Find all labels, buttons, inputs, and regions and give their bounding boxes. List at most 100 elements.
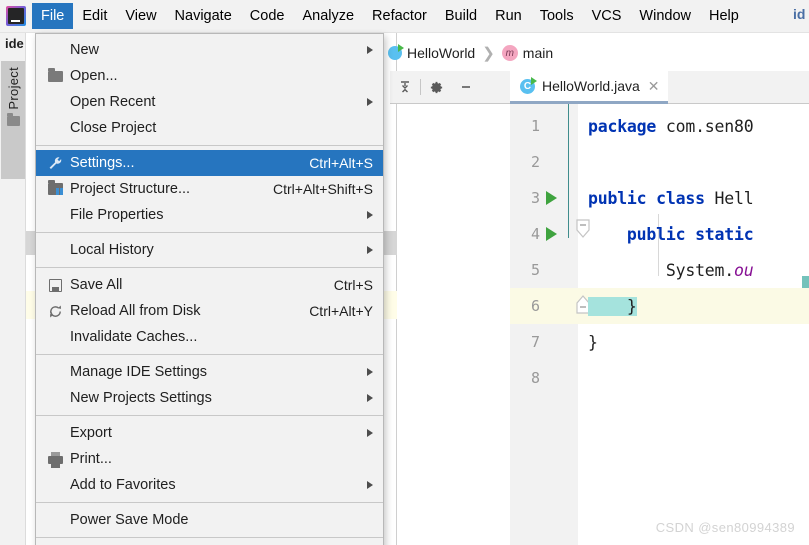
menu-item-file-properties[interactable]: File Properties xyxy=(36,202,383,228)
menu-item-local-history[interactable]: Local History xyxy=(36,237,383,263)
collapse-all-icon[interactable] xyxy=(390,74,420,100)
chevron-right-icon xyxy=(367,394,373,402)
run-gutter-icon[interactable] xyxy=(546,191,557,205)
menu-item-open-recent[interactable]: Open Recent xyxy=(36,89,383,115)
left-tool-window-bar: ide Project xyxy=(0,33,26,545)
menubar-item-edit[interactable]: Edit xyxy=(73,3,116,29)
struct-icon xyxy=(44,180,66,198)
menu-item-settings[interactable]: Settings... Ctrl+Alt+S xyxy=(36,150,383,176)
menu-item-manage-ide-settings[interactable]: Manage IDE Settings xyxy=(36,359,383,385)
menubar-item-run[interactable]: Run xyxy=(486,3,531,29)
menubar-item-file[interactable]: File xyxy=(32,3,74,29)
method-icon: m xyxy=(501,45,518,61)
menu-separator xyxy=(36,502,383,503)
code-text: } xyxy=(588,332,598,352)
chevron-right-icon xyxy=(367,246,373,254)
menubar-item-help[interactable]: Help xyxy=(700,3,748,29)
tab-label: HelloWorld.java xyxy=(542,78,640,94)
menu-item-reload-all-from-disk[interactable]: Reload All from Disk Ctrl+Alt+Y xyxy=(36,298,383,324)
menu-item-power-save-mode[interactable]: Power Save Mode xyxy=(36,507,383,533)
line-number: 5 xyxy=(530,261,540,279)
sidebar-item-project[interactable]: Project xyxy=(1,61,25,179)
menu-item-label: Invalidate Caches... xyxy=(70,329,198,345)
menu-item-label: File Properties xyxy=(70,207,164,223)
hide-panel-icon[interactable] xyxy=(451,74,481,100)
chevron-right-icon xyxy=(367,368,373,376)
menubar-item-tools[interactable]: Tools xyxy=(531,3,583,29)
wrench-icon xyxy=(44,154,66,172)
project-name-partial: id xyxy=(793,6,806,22)
ide-label-text: ide xyxy=(5,36,24,51)
menubar-item-code[interactable]: Code xyxy=(241,3,294,29)
menubar-item-window[interactable]: Window xyxy=(630,3,700,29)
tab-helloworld-java[interactable]: C HelloWorld.java ✕ xyxy=(510,71,668,104)
menu-item-label: Local History xyxy=(70,242,154,258)
breadcrumb-method[interactable]: main xyxy=(523,45,553,61)
code-line[interactable]: 5 System.ou xyxy=(510,252,809,288)
menu-item-close-project[interactable]: Close Project xyxy=(36,115,383,141)
menu-item-project-structure[interactable]: Project Structure... Ctrl+Alt+Shift+S xyxy=(36,176,383,202)
menu-item-label: Open... xyxy=(70,68,118,84)
menubar-item-view[interactable]: View xyxy=(116,3,165,29)
intellij-idea-window: File Edit View Navigate Code Analyze Refactor B… xyxy=(0,0,809,545)
line-number: 3 xyxy=(530,189,540,207)
menubar-item-build[interactable]: Build xyxy=(436,3,486,29)
menu-separator xyxy=(36,232,383,233)
menu-item-label: Add to Favorites xyxy=(70,477,176,493)
run-gutter-icon[interactable] xyxy=(546,227,557,241)
chevron-right-icon xyxy=(367,429,373,437)
watermark-text: CSDN @sen80994389 xyxy=(655,520,795,535)
menu-item-label: Export xyxy=(70,425,112,441)
menu-item-print[interactable]: Print... xyxy=(36,446,383,472)
code-text: } xyxy=(588,296,637,316)
menubar-item-refactor[interactable]: Refactor xyxy=(363,3,436,29)
menu-item-shortcut: Ctrl+Alt+Shift+S xyxy=(273,181,373,197)
file-menu-dropdown[interactable]: New Open... Open Recent Close Project Settin… xyxy=(35,33,384,545)
chevron-right-icon xyxy=(367,98,373,106)
java-class-icon: C xyxy=(520,76,537,94)
editor-tab-strip: C HelloWorld.java ✕ xyxy=(510,71,809,104)
code-line[interactable]: 6 } xyxy=(510,288,809,324)
menu-separator xyxy=(36,354,383,355)
menu-item-label: Print... xyxy=(70,451,112,467)
menu-item-label: Save All xyxy=(70,277,123,293)
menu-item-label: Close Project xyxy=(70,120,157,136)
code-line[interactable]: 1 package com.sen80 xyxy=(510,108,809,144)
menu-item-save-all[interactable]: Save All Ctrl+S xyxy=(36,272,383,298)
menu-separator xyxy=(36,537,383,538)
code-line[interactable]: 4 public static xyxy=(510,216,809,252)
menubar-item-navigate[interactable]: Navigate xyxy=(166,3,241,29)
breadcrumb-class[interactable]: HelloWorld xyxy=(407,45,475,61)
code-line[interactable]: 7} xyxy=(510,324,809,360)
menu-item-open[interactable]: Open... xyxy=(36,63,383,89)
menu-separator xyxy=(36,267,383,268)
menu-item-new-projects-settings[interactable]: New Projects Settings xyxy=(36,385,383,411)
menu-item-label: Open Recent xyxy=(70,94,156,110)
code-text: public static xyxy=(588,224,754,244)
intellij-idea-logo-icon xyxy=(6,6,26,26)
menu-item-invalidate-caches[interactable]: Invalidate Caches... xyxy=(36,324,383,350)
line-number: 6 xyxy=(530,297,540,315)
menubar-item-vcs[interactable]: VCS xyxy=(583,3,631,29)
code-line[interactable]: 8 xyxy=(510,360,809,396)
menu-item-label: Reload All from Disk xyxy=(70,303,201,319)
menu-item-label: New Projects Settings xyxy=(70,390,212,406)
line-number: 1 xyxy=(530,117,540,135)
gear-icon[interactable] xyxy=(421,74,451,100)
menu-item-add-to-favorites[interactable]: Add to Favorites xyxy=(36,472,383,498)
code-text: public class Hell xyxy=(588,188,754,208)
line-number: 8 xyxy=(530,369,540,387)
save-icon xyxy=(44,276,66,294)
code-line[interactable]: 2 xyxy=(510,144,809,180)
breadcrumb-separator-icon: ❯ xyxy=(482,45,495,62)
code-editor[interactable]: 1 package com.sen80 2 3 public class Hell 4 p… xyxy=(510,104,809,545)
menu-separator xyxy=(36,145,383,146)
menu-item-export[interactable]: Export xyxy=(36,420,383,446)
menu-item-label: Settings... xyxy=(70,155,135,171)
code-line[interactable]: 3 public class Hell xyxy=(510,180,809,216)
print-icon xyxy=(44,450,66,468)
menubar-item-analyze[interactable]: Analyze xyxy=(293,3,363,29)
breadcrumb: HelloWorld ❯ m main xyxy=(388,38,553,68)
close-icon[interactable]: ✕ xyxy=(648,78,660,95)
menu-item-new[interactable]: New xyxy=(36,37,383,63)
